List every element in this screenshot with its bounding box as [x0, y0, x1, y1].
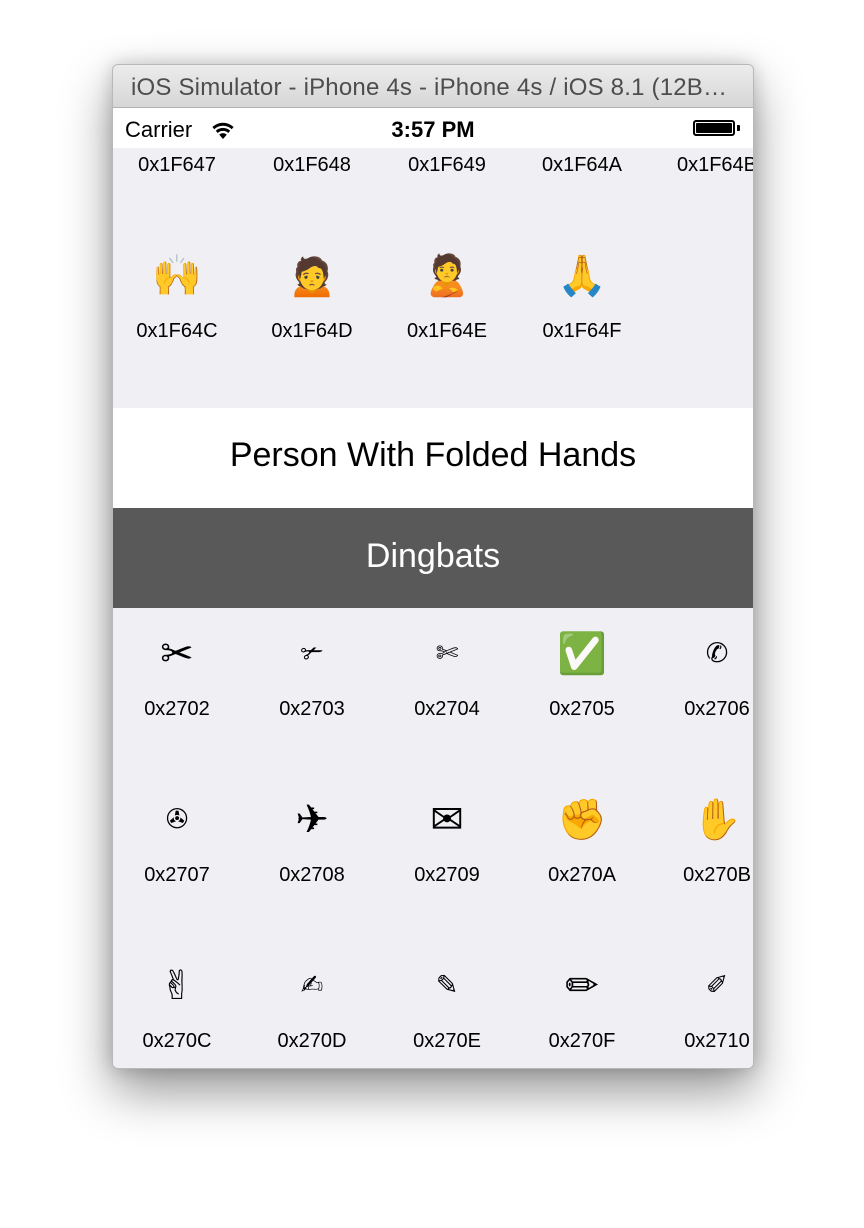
character-code: 0x2707 [144, 864, 210, 886]
character-code: 0x2703 [279, 698, 345, 720]
character-cell[interactable]: ✇ 0x2707 [113, 774, 241, 940]
character-code: 0x270F [548, 1030, 616, 1052]
character-cell[interactable]: ✋ 0x270B [653, 774, 753, 940]
character-code: 0x2709 [414, 864, 480, 886]
character-glyph: ✅ [557, 631, 607, 677]
battery-fill [696, 123, 732, 133]
section-header: Dingbats [113, 508, 753, 608]
character-cell[interactable]: ✂ 0x2702 [113, 608, 241, 774]
simulator-window: iOS Simulator - iPhone 4s - iPhone 4s / … [112, 64, 754, 1069]
character-code: 0x2702 [144, 698, 210, 720]
character-cell[interactable]: 🙌 0x1F64C [113, 230, 241, 396]
character-cell[interactable]: ✃ 0x2703 [248, 608, 376, 774]
character-list[interactable]: 🙇0x1F647🙈0x1F648🙉0x1F649🙊0x1F64A🙋0x1F64B… [113, 148, 753, 1068]
character-cell[interactable]: ✍ 0x270D [248, 940, 376, 1068]
character-code: 0x2704 [414, 698, 480, 720]
character-glyph: ✎ [435, 970, 459, 1001]
character-code: 0x1F649 [408, 154, 486, 176]
character-glyph: ✋ [692, 797, 742, 843]
selected-character-name: Person With Folded Hands [229, 436, 637, 474]
character-cell[interactable]: 🙉0x1F649 [383, 148, 511, 230]
dingbats-grid: ✂ 0x2702 ✃ 0x2703 ✄ 0x2704 ✅ 0x2705 ✆ 0x2706 ✇ 0x27… [113, 608, 753, 1068]
character-cell[interactable]: ✊ 0x270A [518, 774, 646, 940]
character-code: 0x1F648 [273, 154, 351, 176]
character-cell[interactable]: 🙎 0x1F64E [383, 230, 511, 396]
window-title: iOS Simulator - iPhone 4s - iPhone 4s / … [131, 74, 731, 101]
character-glyph: ✊ [557, 797, 607, 843]
character-cell[interactable]: 🙈0x1F648 [248, 148, 376, 230]
section-title: Dingbats [365, 537, 501, 575]
battery-nub [737, 125, 740, 131]
character-cell[interactable]: ✏ 0x270F [518, 940, 646, 1068]
battery-icon [693, 120, 735, 136]
character-cell[interactable]: ✐ 0x2710 [653, 940, 753, 1068]
character-cell[interactable]: ✉ 0x2709 [383, 774, 511, 940]
character-glyph: ✐ [705, 970, 729, 1001]
character-code: 0x2706 [684, 698, 750, 720]
character-cell[interactable]: ✎ 0x270E [383, 940, 511, 1068]
character-glyph: ✈ [295, 797, 329, 843]
character-glyph: ✂ [160, 631, 194, 677]
status-time: 3:57 PM [391, 117, 475, 142]
device-screen: Carrier 3:57 PM 🙇0x1F647🙈0x1F648🙉0x1F649… [113, 108, 753, 1068]
status-bar: Carrier 3:57 PM [113, 108, 753, 148]
character-code: 0x1F64A [541, 154, 623, 176]
character-cell[interactable]: 🙇0x1F647 [113, 148, 241, 230]
character-code: 0x2710 [684, 1030, 750, 1052]
character-glyph: ✄ [435, 638, 459, 669]
character-cell[interactable]: ✈ 0x2708 [248, 774, 376, 940]
character-code: 0x270A [548, 864, 616, 886]
character-cell[interactable]: ✄ 0x2704 [383, 608, 511, 774]
character-glyph: ✉ [430, 797, 464, 843]
character-glyph: 🙎 [422, 253, 472, 299]
character-code: 0x1F64B [676, 154, 753, 176]
character-cell[interactable]: ✌ 0x270C [113, 940, 241, 1068]
character-cell[interactable]: ✆ 0x2706 [653, 608, 753, 774]
window-titlebar[interactable]: iOS Simulator - iPhone 4s - iPhone 4s / … [113, 65, 753, 108]
emoticons-grid: 🙇0x1F647🙈0x1F648🙉0x1F649🙊0x1F64A🙋0x1F64B… [113, 148, 753, 396]
character-glyph: ✃ [300, 638, 324, 669]
character-cell[interactable]: 🙍 0x1F64D [248, 230, 376, 396]
character-glyph: ✆ [705, 638, 729, 669]
character-cell[interactable]: 🙏 0x1F64F [518, 230, 646, 396]
character-cell[interactable]: 🙋0x1F64B [653, 148, 753, 230]
character-cell[interactable]: 🙊0x1F64A [518, 148, 646, 230]
character-glyph: 🙍 [287, 253, 337, 299]
character-glyph: ✏ [565, 963, 599, 1009]
character-code: 0x270E [413, 1030, 481, 1052]
character-glyph: ✌ [160, 963, 194, 1009]
character-cell[interactable]: ✅ 0x2705 [518, 608, 646, 774]
character-glyph: ✇ [165, 804, 189, 835]
character-glyph: ✍ [300, 970, 324, 1001]
character-code: 0x270C [142, 1030, 212, 1052]
character-glyph: 🙏 [557, 253, 607, 299]
character-code: 0x1F647 [138, 154, 216, 176]
character-code: 0x1F64D [271, 320, 353, 342]
selected-character-bar: Person With Folded Hands [113, 408, 753, 508]
character-code: 0x270D [277, 1030, 347, 1052]
character-glyph: 🙌 [152, 253, 202, 299]
character-code: 0x1F64C [136, 320, 218, 342]
character-code: 0x2705 [549, 698, 615, 720]
character-code: 0x1F64E [406, 320, 488, 342]
character-code: 0x270B [683, 864, 751, 886]
character-code: 0x2708 [279, 864, 345, 886]
character-code: 0x1F64F [542, 320, 622, 342]
